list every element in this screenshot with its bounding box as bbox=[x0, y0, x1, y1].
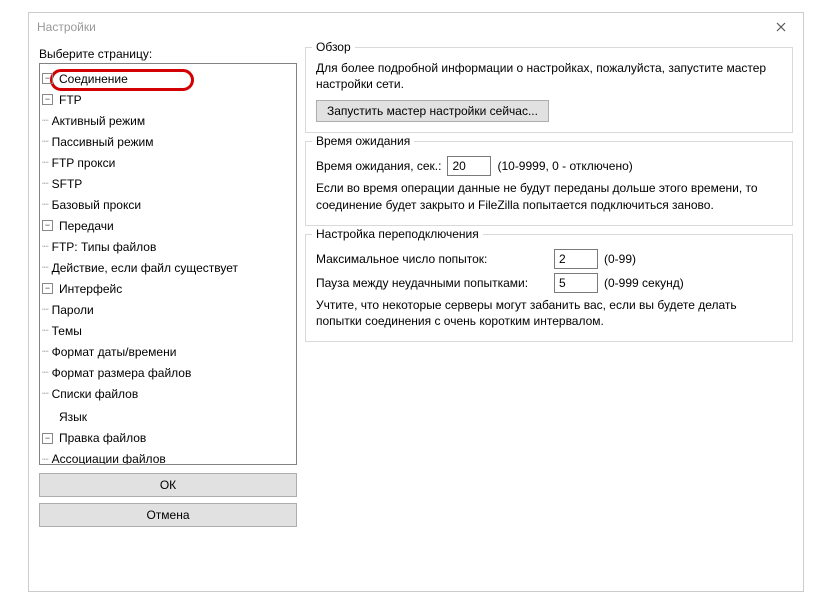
timeout-label: Время ожидания, сек.: bbox=[316, 159, 441, 173]
timeout-note: Если во время операции данные не будут п… bbox=[316, 180, 782, 212]
dialog-body: Выберите страницу: −Соединение −FTP ┈Акт… bbox=[29, 41, 803, 537]
tree-line: ┈ bbox=[42, 453, 48, 466]
tree-line: ┈ bbox=[42, 177, 48, 190]
tree-line: ┈ bbox=[42, 156, 48, 169]
max-retries-range: (0-99) bbox=[604, 252, 636, 266]
window-title: Настройки bbox=[37, 20, 96, 34]
tree-item-datetime[interactable]: Формат даты/времени bbox=[50, 345, 179, 359]
ok-button[interactable]: ОК bbox=[39, 473, 297, 497]
tree-item-active-mode[interactable]: Активный режим bbox=[50, 114, 147, 128]
close-icon bbox=[776, 22, 786, 32]
tree-item-file-types[interactable]: FTP: Типы файлов bbox=[50, 240, 159, 254]
group-title-overview: Обзор bbox=[312, 40, 355, 54]
expand-icon[interactable]: − bbox=[42, 283, 53, 294]
tree-item-sftp[interactable]: SFTP bbox=[50, 177, 85, 191]
tree-item-themes[interactable]: Темы bbox=[50, 324, 84, 338]
tree-line: ┈ bbox=[42, 345, 48, 358]
left-pane: Выберите страницу: −Соединение −FTP ┈Акт… bbox=[39, 47, 297, 527]
tree-item-base-proxy[interactable]: Базовый прокси bbox=[50, 198, 143, 212]
tree-item-connection[interactable]: Соединение bbox=[57, 72, 130, 86]
reconnect-note: Учтите, что некоторые серверы могут заба… bbox=[316, 297, 782, 329]
tree-item-file-exists[interactable]: Действие, если файл существует bbox=[50, 261, 240, 275]
tree-item-ftp-proxy[interactable]: FTP прокси bbox=[50, 156, 118, 170]
pause-input[interactable] bbox=[554, 273, 598, 293]
tree-line: ┈ bbox=[42, 324, 48, 337]
tree-item-filelists[interactable]: Списки файлов bbox=[50, 387, 141, 401]
close-button[interactable] bbox=[763, 15, 799, 39]
tree-item-passwords[interactable]: Пароли bbox=[50, 303, 96, 317]
timeout-range: (10-9999, 0 - отключено) bbox=[497, 159, 632, 173]
tree-line: ┈ bbox=[42, 366, 48, 379]
expand-icon[interactable]: − bbox=[42, 94, 53, 105]
right-pane: Обзор Для более подробной информации о н… bbox=[305, 47, 793, 527]
tree-item-file-assoc[interactable]: Ассоциации файлов bbox=[50, 452, 168, 465]
titlebar: Настройки bbox=[29, 13, 803, 41]
expand-icon[interactable]: − bbox=[42, 433, 53, 444]
tree-item-passive-mode[interactable]: Пассивный режим bbox=[50, 135, 156, 149]
pause-label: Пауза между неудачными попытками: bbox=[316, 276, 548, 290]
tree-line: ┈ bbox=[42, 387, 48, 400]
expand-icon[interactable]: − bbox=[42, 73, 53, 84]
pause-range: (0-999 секунд) bbox=[604, 276, 684, 290]
tree-item-edit-files[interactable]: Правка файлов bbox=[57, 431, 148, 445]
tree-item-interface[interactable]: Интерфейс bbox=[57, 282, 124, 296]
group-reconnect: Настройка переподключения Максимальное ч… bbox=[305, 234, 793, 342]
group-timeout: Время ожидания Время ожидания, сек.: (10… bbox=[305, 141, 793, 225]
tree-line: ┈ bbox=[42, 261, 48, 274]
tree-line: ┈ bbox=[42, 135, 48, 148]
group-title-reconnect: Настройка переподключения bbox=[312, 227, 483, 241]
tree-item-language[interactable]: Язык bbox=[57, 410, 89, 424]
cancel-button[interactable]: Отмена bbox=[39, 503, 297, 527]
max-retries-input[interactable] bbox=[554, 249, 598, 269]
settings-tree[interactable]: −Соединение −FTP ┈Активный режим ┈Пассив… bbox=[39, 63, 297, 465]
timeout-input[interactable] bbox=[447, 156, 491, 176]
tree-line: ┈ bbox=[42, 240, 48, 253]
wizard-button[interactable]: Запустить мастер настройки сейчас... bbox=[316, 100, 549, 122]
select-page-label: Выберите страницу: bbox=[39, 47, 297, 61]
tree-line: ┈ bbox=[42, 198, 48, 211]
tree-item-transfers[interactable]: Передачи bbox=[57, 219, 116, 233]
settings-window: Настройки Выберите страницу: −Соединение… bbox=[28, 12, 804, 592]
overview-text: Для более подробной информации о настрой… bbox=[316, 60, 782, 92]
group-overview: Обзор Для более подробной информации о н… bbox=[305, 47, 793, 133]
tree-item-ftp[interactable]: FTP bbox=[57, 93, 84, 107]
tree-line: ┈ bbox=[42, 303, 48, 316]
group-title-timeout: Время ожидания bbox=[312, 134, 414, 148]
expand-icon[interactable]: − bbox=[42, 220, 53, 231]
tree-item-filesize[interactable]: Формат размера файлов bbox=[50, 366, 194, 380]
tree-line: ┈ bbox=[42, 114, 48, 127]
max-retries-label: Максимальное число попыток: bbox=[316, 252, 548, 266]
